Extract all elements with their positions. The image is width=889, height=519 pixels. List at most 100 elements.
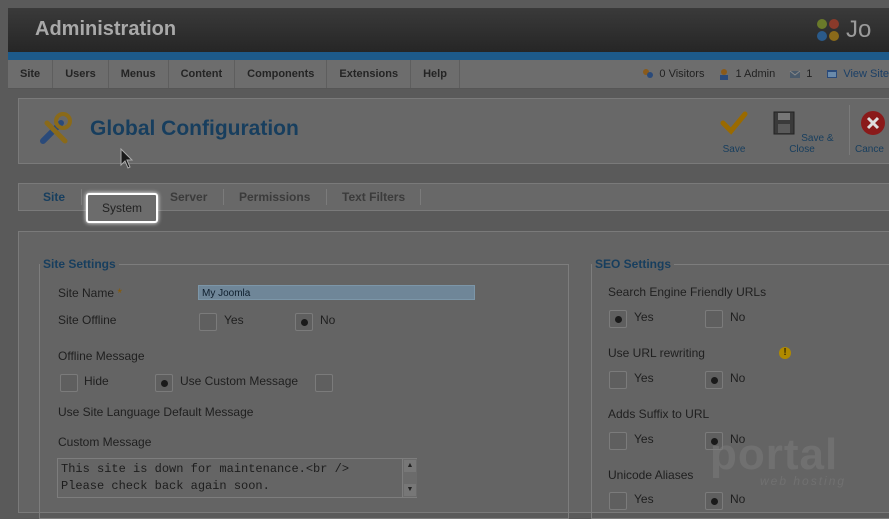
offline-default-radio[interactable] <box>315 374 333 392</box>
save-label: Save <box>722 144 746 155</box>
sef-yes-radio[interactable] <box>609 310 627 328</box>
admins-status: 1 Admin <box>718 68 775 80</box>
toolbar-divider <box>849 105 850 155</box>
save-button[interactable]: Save <box>709 109 759 155</box>
joomla-logo-icon <box>817 19 839 41</box>
sef-no-label: No <box>730 310 746 324</box>
scroll-down-icon[interactable]: ▼ <box>404 484 416 496</box>
tab-separator <box>81 189 82 205</box>
site-settings-legend: Site Settings <box>43 257 116 271</box>
custom-message-line-1: This site is down for maintenance.<br /> <box>61 462 350 476</box>
suffix-yes-label: Yes <box>634 432 654 446</box>
radio-selected-dot <box>711 498 718 505</box>
tab-site[interactable]: Site <box>43 184 65 210</box>
status-bar: 0 Visitors 1 Admin 1 View Site <box>642 60 889 88</box>
offline-hide-radio[interactable] <box>60 374 78 392</box>
offline-message-label: Offline Message <box>58 349 145 363</box>
menu-extensions[interactable]: Extensions <box>327 60 412 88</box>
floppy-disk-icon <box>773 111 795 135</box>
view-site-label: View Site <box>843 68 889 80</box>
scroll-up-icon[interactable]: ▲ <box>404 460 416 472</box>
mouse-pointer-icon <box>120 148 134 169</box>
visitors-count: 0 Visitors <box>659 68 705 80</box>
site-offline-no-radio[interactable] <box>295 313 313 331</box>
menu-users[interactable]: Users <box>53 60 109 88</box>
tab-server[interactable]: Server <box>170 184 207 210</box>
unicode-aliases-label: Unicode Aliases <box>608 468 694 482</box>
tab-separator <box>223 189 224 205</box>
unicode-yes-label: Yes <box>634 492 654 506</box>
view-site-icon <box>827 70 838 78</box>
menu-menus[interactable]: Menus <box>109 60 169 88</box>
visitors-status: 0 Visitors <box>642 68 704 80</box>
radio-selected-dot <box>301 319 308 326</box>
offline-default-label: Use Site Language Default Message <box>58 405 254 419</box>
site-offline-label: Site Offline <box>58 313 117 327</box>
page-toolbar: Global Configuration Save Save & Close C… <box>18 98 889 164</box>
messages-count: 1 <box>806 68 813 80</box>
save-close-button[interactable]: Save & Close <box>765 109 839 155</box>
visitors-icon <box>643 69 654 78</box>
menu-content[interactable]: Content <box>169 60 236 88</box>
offline-hide-label: Hide <box>84 374 109 388</box>
custom-message-label: Custom Message <box>58 435 152 449</box>
cancel-button[interactable]: Cance <box>855 109 889 155</box>
radio-selected-dot <box>615 316 622 323</box>
sef-urls-label: Search Engine Friendly URLs <box>608 285 767 299</box>
tab-separator <box>326 189 327 205</box>
offline-custom-label: Use Custom Message <box>180 374 299 388</box>
cancel-x-icon <box>861 111 885 135</box>
rewrite-yes-radio[interactable] <box>609 371 627 389</box>
site-offline-no-label: No <box>320 313 336 327</box>
tab-separator <box>420 189 421 205</box>
unicode-yes-radio[interactable] <box>609 492 627 510</box>
menu-help[interactable]: Help <box>411 60 460 88</box>
suffix-label: Adds Suffix to URL <box>608 407 710 421</box>
tab-system[interactable]: System <box>86 193 158 223</box>
radio-selected-dot <box>711 377 718 384</box>
site-name-input[interactable]: My Joomla <box>198 285 475 300</box>
sef-no-radio[interactable] <box>705 310 723 328</box>
admin-title: Administration <box>35 18 177 40</box>
brand-text: Jo <box>846 16 872 43</box>
unicode-no-label: No <box>730 492 746 506</box>
custom-message-textarea[interactable]: This site is down for maintenance.<br />… <box>57 458 417 498</box>
admins-count: 1 Admin <box>735 68 776 80</box>
required-mark: * <box>117 286 123 300</box>
site-offline-yes-label: Yes <box>224 313 244 327</box>
textarea-scrollbar[interactable]: ▲ ▼ <box>402 459 417 497</box>
tab-text-filters[interactable]: Text Filters <box>342 184 405 210</box>
admin-header: Administration Jo <box>8 8 889 52</box>
main-menu-bar: Site Users Menus Content Components Exte… <box>8 60 889 89</box>
watermark-logo: portal <box>710 430 839 479</box>
radio-selected-dot <box>161 380 168 387</box>
warning-info-icon[interactable]: ! <box>779 347 791 359</box>
view-site-link[interactable]: View Site <box>826 68 889 80</box>
rewrite-no-label: No <box>730 371 746 385</box>
seo-settings-legend: SEO Settings <box>595 257 672 271</box>
admin-user-icon <box>720 69 729 80</box>
url-rewriting-label: Use URL rewriting <box>608 346 705 360</box>
unicode-no-radio[interactable] <box>705 492 723 510</box>
cancel-label: Cance <box>855 144 884 155</box>
main-menu: Site Users Menus Content Components Exte… <box>8 60 460 88</box>
messages-icon <box>789 70 801 78</box>
checkmark-icon <box>720 111 748 135</box>
suffix-yes-radio[interactable] <box>609 432 627 450</box>
menu-site[interactable]: Site <box>8 60 54 88</box>
sef-yes-label: Yes <box>634 310 654 324</box>
header-accent-bar <box>8 52 889 60</box>
offline-custom-radio[interactable] <box>155 374 173 392</box>
site-offline-yes-radio[interactable] <box>199 313 217 331</box>
watermark-subtitle: web hosting <box>760 474 847 488</box>
page-title: Global Configuration <box>90 117 299 140</box>
messages-status[interactable]: 1 <box>789 68 812 80</box>
config-tools-icon <box>40 112 72 144</box>
rewrite-yes-label: Yes <box>634 371 654 385</box>
rewrite-no-radio[interactable] <box>705 371 723 389</box>
custom-message-line-2: Please check back again soon. <box>61 479 270 493</box>
site-name-label: Site Name * <box>58 286 123 300</box>
joomla-logo: Jo <box>814 16 871 44</box>
tab-permissions[interactable]: Permissions <box>239 184 310 210</box>
menu-components[interactable]: Components <box>235 60 328 88</box>
